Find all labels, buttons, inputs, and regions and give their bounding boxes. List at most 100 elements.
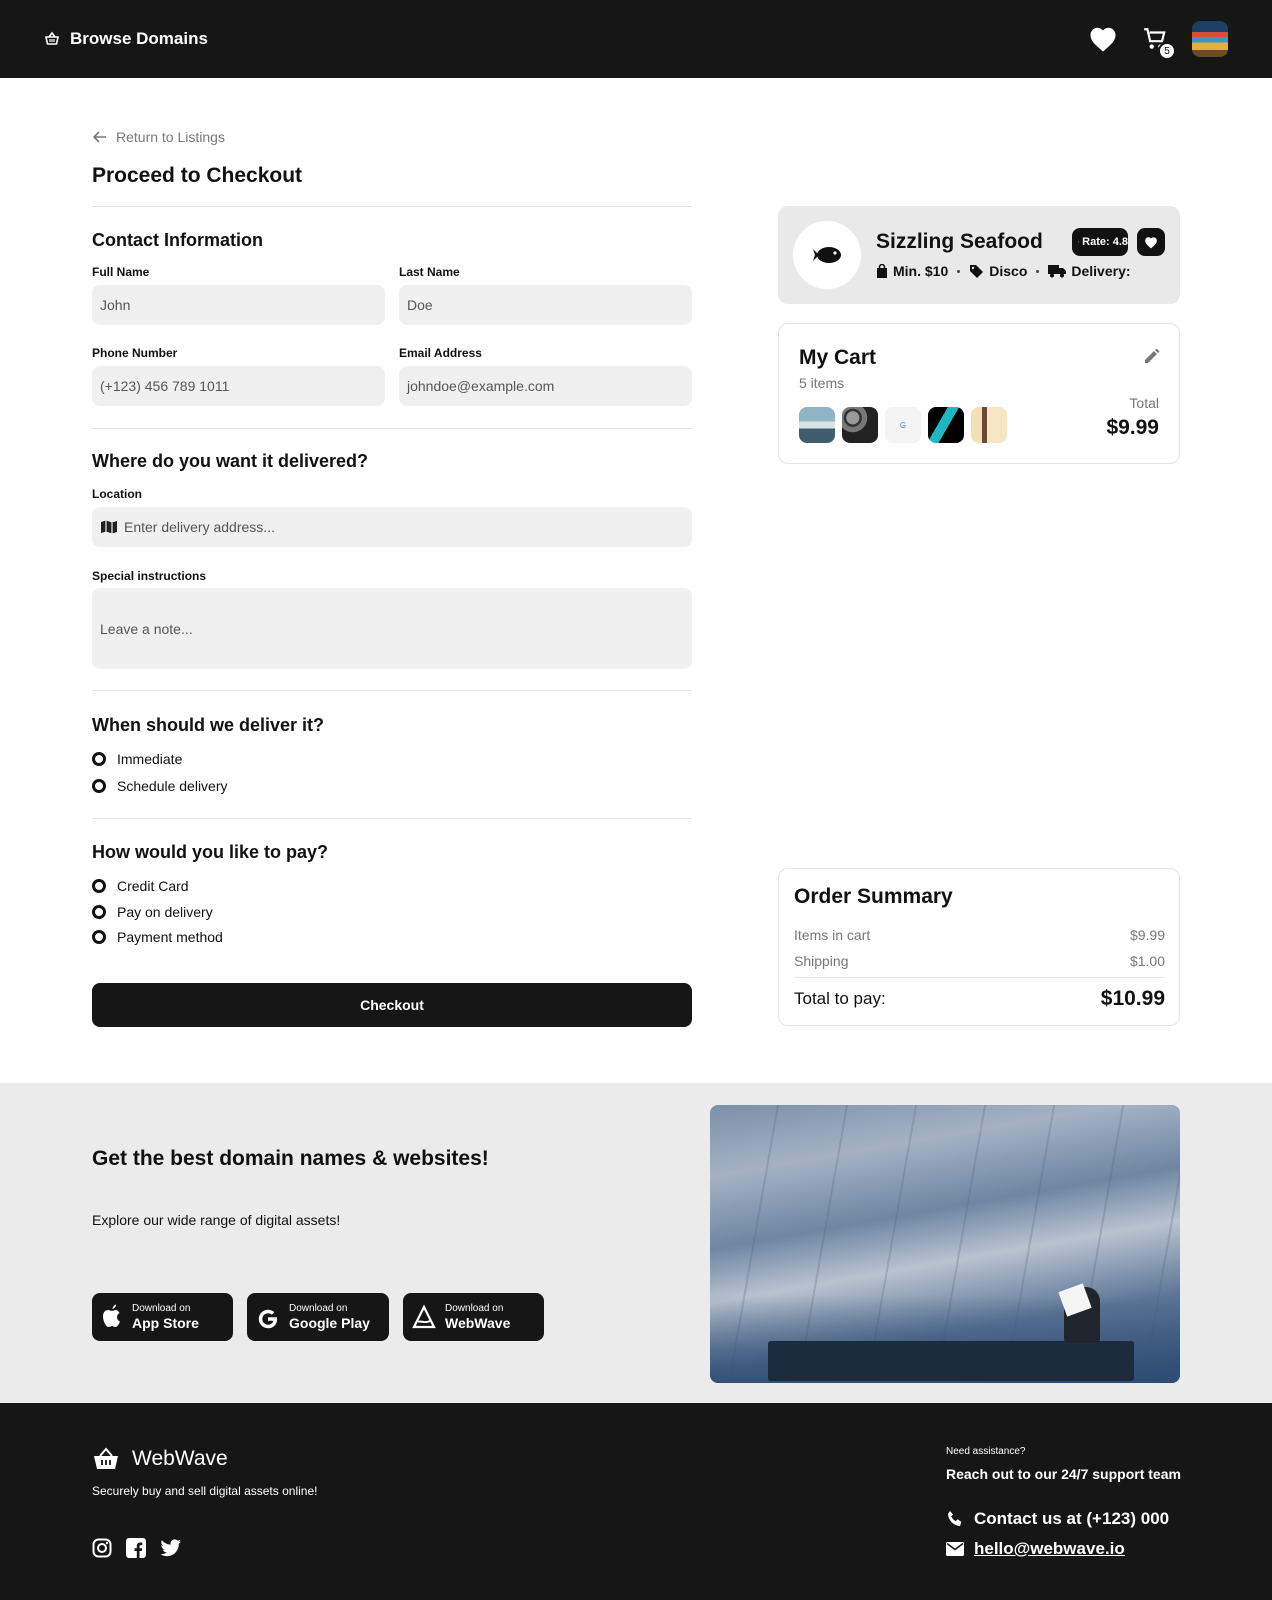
edit-cart-button[interactable] [1143, 347, 1161, 370]
user-avatar[interactable] [1192, 21, 1228, 57]
location-label: Location [92, 487, 142, 501]
footer-phone-link[interactable]: Contact us at (+123) 000 [946, 1509, 1169, 1529]
location-placeholder: Enter delivery address... [124, 519, 275, 535]
footer-support-text: Reach out to our 24/7 support team [946, 1466, 1181, 1482]
promo-photo [710, 1105, 1180, 1383]
divider [92, 206, 692, 207]
cart-title: My Cart [799, 346, 877, 369]
cart-total-label: Total [1129, 395, 1159, 411]
checkout-button[interactable]: Checkout [92, 983, 692, 1027]
footer-tagline: Securely buy and sell digital assets onl… [92, 1484, 318, 1498]
instructions-label: Special instructions [92, 569, 207, 583]
restaurant-meta: Min. $10 Disco Delivery: [876, 263, 1131, 279]
cart-button[interactable]: 5 [1142, 26, 1176, 60]
discount-label: Disco [989, 263, 1028, 279]
apple-icon [103, 1304, 120, 1327]
contact-section-title: Contact Information [92, 230, 263, 250]
delivery-info: Delivery: [1048, 263, 1131, 279]
cart-card: My Cart 5 items G Total $9.99 [778, 323, 1180, 464]
promo-title: Get the best domain names & websites! [92, 1147, 489, 1170]
google-icon [258, 1309, 278, 1329]
store-small-label: Download on [289, 1303, 348, 1314]
rating-badge: Rate: 4.8 [1072, 228, 1128, 256]
last-name-label: Last Name [399, 265, 460, 279]
favorites-button[interactable] [1088, 25, 1118, 53]
footer-phone-label: Contact us at (+123) 000 [974, 1509, 1170, 1528]
full-name-input[interactable]: John [92, 285, 385, 325]
instagram-icon [92, 1538, 112, 1558]
min-order-label: Min. $10 [893, 263, 949, 279]
delivery-section-title: Where do you want it delivered? [92, 451, 369, 471]
phone-input[interactable]: (+123) 456 789 1011 [92, 366, 385, 406]
tag-icon [970, 264, 984, 278]
footer-help-label: Need assistance? [946, 1446, 1026, 1457]
divider [92, 428, 692, 429]
browse-domains-link[interactable]: Browse Domains [44, 29, 208, 49]
cart-item-count: 5 items [799, 375, 845, 391]
restaurant-card: Sizzling Seafood Min. $10 Disco Delivery… [778, 206, 1180, 304]
footer-email-link[interactable]: hello@webwave.io [946, 1539, 1125, 1559]
location-input[interactable]: Enter delivery address... [92, 507, 692, 547]
app-store-button[interactable]: Download on App Store [92, 1293, 233, 1341]
top-navbar: Browse Domains 5 [0, 0, 1272, 78]
radio-circle[interactable] [92, 905, 106, 919]
radio-pay-on-delivery[interactable]: Pay on delivery [92, 904, 213, 920]
drinks-photo-thumb[interactable] [971, 407, 1007, 443]
radio-label: Pay on delivery [117, 904, 213, 920]
instagram-link[interactable] [92, 1538, 112, 1558]
radio-credit-card[interactable]: Credit Card [92, 878, 189, 894]
summary-row-label: Items in cart [794, 927, 871, 943]
mail-icon [946, 1542, 964, 1556]
restaurant-logo [793, 221, 861, 289]
return-label: Return to Listings [116, 129, 225, 145]
separator-dot [1036, 269, 1040, 273]
social-links [92, 1538, 182, 1558]
footer-brand[interactable]: WebWave [92, 1447, 228, 1471]
min-order: Min. $10 [876, 263, 948, 279]
radio-immediate[interactable]: Immediate [92, 751, 182, 767]
radio-schedule-delivery[interactable]: Schedule delivery [92, 778, 228, 794]
favorite-restaurant-button[interactable] [1137, 228, 1165, 256]
page-title: Proceed to Checkout [92, 164, 303, 187]
radio-circle[interactable] [92, 752, 106, 766]
brand-label: Browse Domains [70, 29, 208, 48]
radio-payment-method[interactable]: Payment method [92, 929, 223, 945]
twitter-link[interactable] [160, 1538, 182, 1558]
last-name-input[interactable]: Doe [399, 285, 692, 325]
basket-icon [94, 1447, 118, 1469]
store-buttons: Download on App Store Download on Google P… [92, 1293, 544, 1341]
summary-row-items: Items in cart $9.99 [794, 927, 1165, 943]
email-input[interactable]: johndoe@example.com [399, 366, 692, 406]
pencil-icon [1145, 348, 1160, 363]
instructions-textarea[interactable]: Leave a note... [92, 588, 692, 669]
pebbles-photo-thumb[interactable] [842, 407, 878, 443]
store-big-label: App Store [132, 1315, 199, 1331]
summary-row-value: $9.99 [1129, 927, 1165, 943]
harbor-photo-thumb[interactable] [799, 407, 835, 443]
facebook-link[interactable] [126, 1538, 146, 1558]
webwave-store-button[interactable]: Download on WebWave [403, 1293, 544, 1341]
photo-bench [768, 1341, 1134, 1381]
radio-label: Credit Card [117, 878, 189, 894]
summary-total-value: $10.99 [1100, 987, 1165, 1010]
radio-circle[interactable] [92, 879, 106, 893]
radio-circle[interactable] [92, 930, 106, 944]
heart-icon [1145, 236, 1157, 248]
radio-label: Immediate [117, 751, 183, 767]
teal-logo-thumb[interactable] [928, 407, 964, 443]
map-icon [101, 520, 117, 534]
payment-section-title: How would you like to pay? [92, 842, 329, 862]
delivery-label: Delivery: [1071, 263, 1131, 279]
order-summary-title: Order Summary [794, 885, 953, 908]
return-to-listings-link[interactable]: Return to Listings [92, 129, 225, 145]
email-label: Email Address [399, 346, 482, 360]
cart-total-value: $9.99 [1106, 416, 1159, 439]
store-text: Download on App Store [132, 1303, 199, 1331]
google-play-button[interactable]: Download on Google Play [247, 1293, 389, 1341]
summary-row-value: $1.00 [1129, 953, 1165, 969]
google-logo-thumb[interactable]: G [885, 407, 921, 443]
store-big-label: WebWave [445, 1315, 511, 1331]
radio-label: Schedule delivery [117, 778, 228, 794]
radio-circle[interactable] [92, 779, 106, 793]
bag-icon [877, 264, 887, 278]
